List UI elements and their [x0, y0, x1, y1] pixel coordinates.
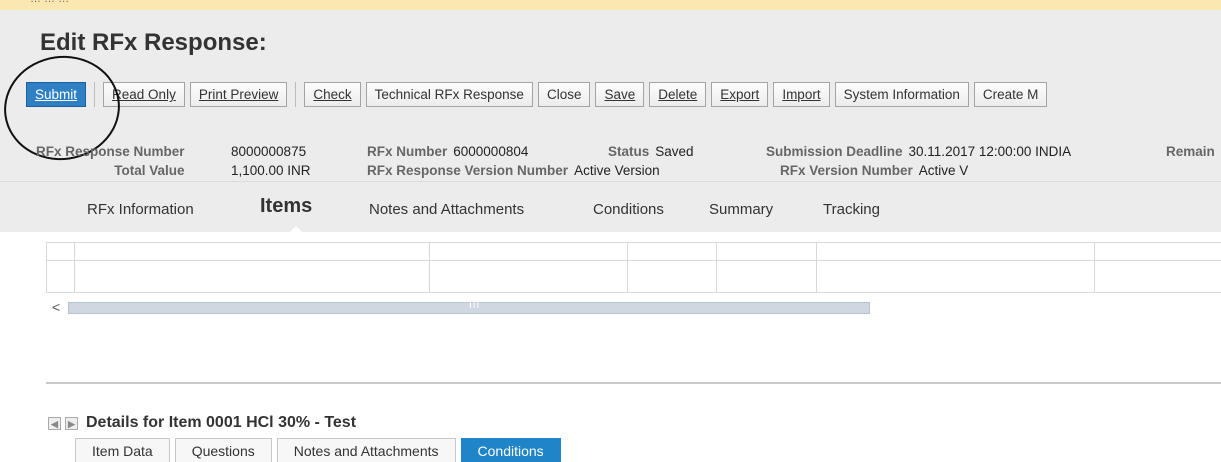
response-number-value: 8000000875	[231, 144, 307, 159]
close-button[interactable]: Close	[537, 82, 591, 107]
export-button[interactable]: Export	[711, 82, 769, 107]
import-button[interactable]: Import	[773, 82, 830, 107]
table-column-divider	[74, 243, 75, 293]
system-information-button[interactable]: System Information	[834, 82, 969, 107]
scrollbar-grip-icon: III	[469, 300, 481, 311]
toolbar: Submit Read Only Print Preview Check Tec…	[26, 81, 1052, 108]
tab-summary[interactable]: Summary	[709, 201, 773, 218]
status-label: Status	[608, 144, 650, 159]
deadline-label: Submission Deadline	[766, 144, 903, 159]
tab-conditions[interactable]: Conditions	[593, 201, 664, 218]
main-content: < III ◀ ▶ Details for Item 0001 HCl 30% …	[0, 232, 1221, 462]
main-tabs: RFx Information Items Notes and Attachme…	[0, 181, 1221, 233]
table-row-divider	[46, 260, 1221, 261]
next-item-icon[interactable]: ▶	[65, 416, 78, 430]
summary-remaining: Remain	[1166, 142, 1221, 161]
table-column-divider	[1094, 243, 1095, 293]
tab-item-data[interactable]: Item Data	[75, 438, 170, 462]
rfx-version-label: RFx Version Number	[780, 163, 913, 178]
tab-items[interactable]: Items	[260, 195, 312, 218]
top-bar-text: … … …	[30, 0, 69, 5]
response-version-label: RFx Response Version Number	[367, 163, 569, 178]
remaining-label: Remain	[1166, 144, 1215, 159]
tab-details-notes-and-attachments[interactable]: Notes and Attachments	[276, 438, 456, 462]
summary-col-3: Submission Deadline 30.11.2017 12:00:00 I…	[766, 142, 1071, 180]
rfx-version-value: Active V	[918, 163, 969, 178]
total-value-label: Total Value	[114, 163, 185, 178]
total-value-value: 1,100.00 INR	[231, 163, 311, 178]
rfx-number-label: RFx Number	[367, 144, 448, 159]
technical-rfx-response-button[interactable]: Technical RFx Response	[365, 82, 533, 107]
delete-button[interactable]: Delete	[649, 82, 707, 107]
details-tabs: Item Data Questions Notes and Attachment…	[75, 438, 566, 462]
check-button[interactable]: Check	[304, 82, 361, 107]
response-version-value: Active Version	[574, 163, 660, 178]
section-divider	[46, 382, 1221, 384]
table-column-divider	[816, 243, 817, 293]
table-column-divider	[46, 243, 47, 293]
tab-notes-and-attachments[interactable]: Notes and Attachments	[369, 201, 524, 218]
tab-rfx-information[interactable]: RFx Information	[87, 201, 194, 218]
details-title: Details for Item 0001 HCl 30% - Test	[86, 414, 357, 431]
rfx-number-value: 6000000804	[453, 144, 529, 159]
items-table	[46, 242, 1221, 293]
previous-item-icon[interactable]: ◀	[48, 416, 61, 430]
table-column-divider	[429, 243, 430, 293]
create-button[interactable]: Create M	[973, 82, 1048, 107]
page-title: Edit RFx Response:	[40, 29, 267, 56]
summary-status: Status Saved	[608, 142, 694, 161]
deadline-value: 30.11.2017 12:00:00 INDIA	[908, 144, 1072, 159]
tab-details-conditions[interactable]: Conditions	[460, 438, 561, 462]
table-column-divider	[716, 243, 717, 293]
print-preview-button[interactable]: Print Preview	[189, 82, 288, 107]
scroll-left-icon[interactable]: <	[52, 299, 60, 315]
tab-questions[interactable]: Questions	[174, 438, 272, 462]
response-number-label: RFx Response Number	[36, 144, 185, 159]
summary-col-1: RFx Response Number Total Value	[36, 142, 191, 180]
status-value: Saved	[655, 144, 694, 159]
table-column-divider	[627, 243, 628, 293]
table-row-divider	[46, 292, 1221, 293]
save-button[interactable]: Save	[595, 82, 645, 107]
details-header: ◀ ▶ Details for Item 0001 HCl 30% - Test	[48, 414, 356, 432]
toolbar-separator	[295, 82, 297, 107]
summary-col-1-values: 8000000875 1,100.00 INR	[231, 142, 311, 180]
scrollbar-thumb[interactable]: III	[68, 300, 870, 314]
horizontal-scrollbar[interactable]: < III	[46, 299, 1221, 316]
tab-tracking[interactable]: Tracking	[823, 201, 880, 218]
